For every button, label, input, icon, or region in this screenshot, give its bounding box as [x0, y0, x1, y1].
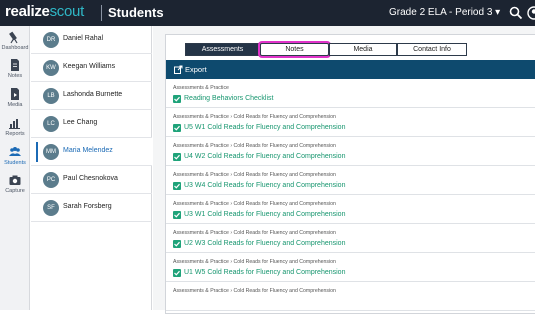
assessment-row[interactable]: Assessments & Practice › Cold Reads for … [166, 109, 535, 137]
assessment-title-link[interactable]: U5 W1 Cold Reads for Fluency and Compreh… [184, 124, 345, 131]
section-title: Students [108, 5, 164, 20]
nav-capture[interactable]: Capture [0, 171, 30, 201]
assessment-title-link[interactable]: U1 W5 Cold Reads for Fluency and Compreh… [184, 269, 345, 276]
student-name: Lee Chang [63, 119, 98, 126]
assessment-row[interactable]: Assessments & Practice › Cold Reads for … [166, 196, 535, 224]
tab-contact-info[interactable]: Contact Info [397, 43, 467, 56]
export-icon[interactable] [174, 65, 183, 74]
student-name: Daniel Rahal [63, 35, 104, 42]
student-item[interactable]: KW Keegan Williams [31, 54, 152, 82]
checkmark-icon [173, 95, 181, 103]
student-avatar: LC [43, 116, 59, 132]
brand-logo-part1: realize [5, 3, 50, 20]
assessment-row[interactable]: Assessments & Practice Reading Behaviors… [166, 80, 535, 108]
brand-logo-part2: scout [49, 3, 85, 20]
left-navigation: Dashboard Notes Media Reports Students C… [0, 26, 30, 310]
class-select-dropdown[interactable]: Grade 2 ELA - Period 3 ▾ [389, 7, 500, 18]
nav-reports[interactable]: Reports [0, 114, 30, 144]
student-list: DR Daniel Rahal KW Keegan Williams LB La… [31, 26, 152, 310]
assessment-breadcrumb: Assessments & Practice › Cold Reads for … [173, 172, 336, 178]
nav-notes[interactable]: Notes [0, 56, 30, 86]
student-item[interactable]: LC Lee Chang [31, 110, 152, 138]
tab-bar: Assessments Notes Media Contact Info [185, 43, 467, 56]
assessment-row[interactable]: Assessments & Practice › Cold Reads for … [166, 138, 535, 166]
tab-assessments[interactable]: Assessments [185, 43, 260, 56]
assessment-title-link[interactable]: U2 W3 Cold Reads for Fluency and Compreh… [184, 240, 345, 247]
student-item[interactable]: LB Lashonda Burnette [31, 82, 152, 110]
assessment-row[interactable]: Assessments & Practice › Cold Reads for … [166, 167, 535, 195]
assessment-breadcrumb: Assessments & Practice › Cold Reads for … [173, 230, 336, 236]
checkmark-icon [173, 240, 181, 248]
nav-reports-label: Reports [5, 131, 25, 137]
telescope-icon [9, 31, 18, 44]
search-icon[interactable] [509, 6, 523, 20]
header-divider [101, 5, 102, 21]
nav-notes-label: Notes [7, 73, 23, 79]
assessment-breadcrumb: Assessments & Practice › Cold Reads for … [173, 259, 336, 265]
student-name: Maria Melendez [63, 147, 113, 154]
student-avatar: MM [43, 144, 59, 160]
tab-media[interactable]: Media [329, 43, 397, 56]
nav-students-label: Students [4, 160, 26, 166]
assessment-row[interactable]: Assessments & Practice › Cold Reads for … [166, 254, 535, 282]
camera-icon [9, 175, 21, 185]
student-item[interactable]: PC Paul Chesnokova [31, 166, 152, 194]
assessment-title-link[interactable]: U3 W1 Cold Reads for Fluency and Compreh… [184, 211, 345, 218]
nav-students[interactable]: Students [0, 143, 30, 173]
student-avatar: SF [43, 200, 59, 216]
student-avatar: KW [43, 60, 59, 76]
notes-icon [11, 59, 19, 71]
reports-icon [9, 119, 20, 129]
student-item[interactable]: DR Daniel Rahal [31, 26, 152, 54]
student-item[interactable]: SF Sarah Forsberg [31, 194, 152, 222]
assessment-row[interactable]: Assessments & Practice › Cold Reads for … [166, 225, 535, 253]
student-avatar: LB [43, 88, 59, 104]
nav-capture-label: Capture [5, 188, 25, 194]
student-detail-panel: Assessments Notes Media Contact Info Exp… [165, 34, 535, 314]
brand-logo[interactable]: realizescout [5, 3, 84, 20]
student-name: Lashonda Burnette [63, 91, 123, 98]
export-bar: Export [166, 60, 535, 79]
assessment-breadcrumb: Assessments & Practice [173, 85, 229, 91]
assessment-breadcrumb: Assessments & Practice › Cold Reads for … [173, 114, 336, 120]
assessment-title-link[interactable]: Reading Behaviors Checklist [184, 95, 274, 102]
checkmark-icon [173, 124, 181, 132]
assessment-title-link[interactable]: U3 W4 Cold Reads for Fluency and Compreh… [184, 182, 345, 189]
student-item-selected[interactable]: MM Maria Melendez [31, 138, 152, 166]
checkmark-icon [173, 153, 181, 161]
students-icon [9, 147, 21, 156]
student-name: Sarah Forsberg [63, 203, 112, 210]
main-content: Assessments Notes Media Contact Info Exp… [153, 26, 535, 314]
assessment-breadcrumb: Assessments & Practice › Cold Reads for … [173, 288, 336, 294]
export-button[interactable]: Export [185, 65, 207, 74]
assessment-row[interactable]: Assessments & Practice › Cold Reads for … [166, 283, 535, 311]
nav-media[interactable]: Media [0, 85, 30, 115]
nav-dashboard[interactable]: Dashboard [0, 28, 30, 58]
checkmark-icon [173, 269, 181, 277]
user-account-icon[interactable] [527, 6, 535, 20]
media-icon [11, 88, 19, 100]
student-avatar: DR [43, 32, 59, 48]
nav-dashboard-label: Dashboard [1, 45, 29, 51]
student-name: Keegan Williams [63, 63, 116, 70]
assessment-breadcrumb: Assessments & Practice › Cold Reads for … [173, 201, 336, 207]
student-avatar: PC [43, 172, 59, 188]
checkmark-icon [173, 182, 181, 190]
assessment-title-link[interactable]: U4 W2 Cold Reads for Fluency and Compreh… [184, 153, 345, 160]
student-name: Paul Chesnokova [63, 175, 118, 182]
tab-notes[interactable]: Notes [260, 43, 329, 56]
assessment-breadcrumb: Assessments & Practice › Cold Reads for … [173, 143, 336, 149]
top-header: realizescout Students Grade 2 ELA - Peri… [0, 0, 535, 26]
nav-media-label: Media [7, 102, 23, 108]
checkmark-icon [173, 211, 181, 219]
